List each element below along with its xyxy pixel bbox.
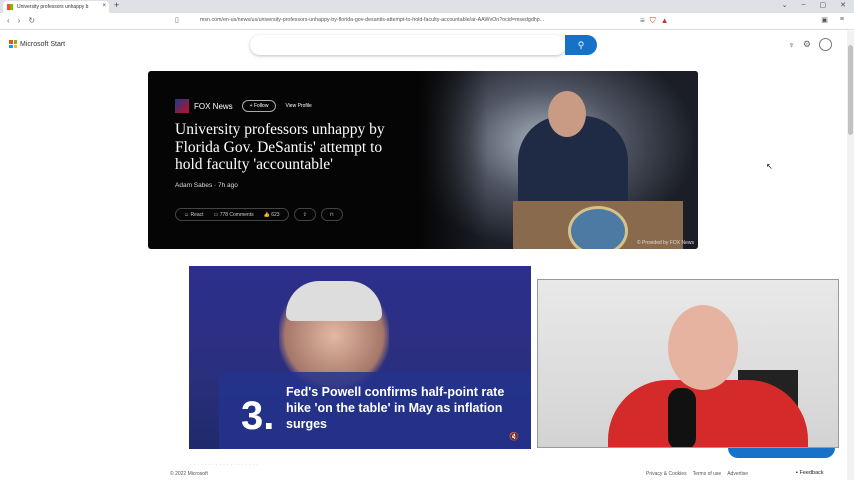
webcam-overlay <box>537 279 839 448</box>
video-card[interactable]: 3. Fed's Powell confirms half-point rate… <box>189 266 531 449</box>
copyright: © 2022 Microsoft <box>170 471 208 477</box>
minimize-button[interactable]: – <box>802 1 806 9</box>
advertise-link[interactable]: Advertise <box>727 471 748 477</box>
image-credit: © Provided by FOX News <box>636 240 694 246</box>
source-name[interactable]: FOX News <box>194 102 233 111</box>
microsoft-start-logo[interactable]: Microsoft Start <box>9 40 65 48</box>
tab-search-icon[interactable]: ⌄ <box>782 1 788 9</box>
menu-icon[interactable]: ≡ <box>840 16 844 24</box>
react-button[interactable]: ☺ React <box>184 212 204 218</box>
microsoft-logo-icon <box>9 40 17 48</box>
bookmark-icon[interactable]: ▯ <box>175 16 179 24</box>
fox-news-logo-icon <box>175 99 189 113</box>
search-input[interactable] <box>250 35 566 55</box>
blue-button[interactable] <box>728 448 835 458</box>
save-button[interactable]: ⊓ <box>320 208 343 221</box>
byline: Adam Sabes · 7h ago <box>175 182 238 189</box>
search-icon: ⚲ <box>577 40 585 50</box>
card-title[interactable]: Fed's Powell confirms half-point rate hi… <box>286 384 526 432</box>
reaction-bar: ☺ React ▭ 778 Comments 👍 623 <box>175 208 289 221</box>
brave-shield-icon[interactable]: ⛉ <box>650 16 656 26</box>
new-tab-button[interactable]: + <box>114 0 119 10</box>
hero-image: © Provided by FOX News <box>418 71 698 249</box>
footer: © 2022 Microsoft Privacy & Cookies Terms … <box>0 468 847 480</box>
forward-button[interactable]: › <box>18 16 21 25</box>
reload-button[interactable]: ↻ <box>28 16 35 25</box>
url-field[interactable]: msn.com/en-us/news/us/university-profess… <box>200 17 544 23</box>
mouse-cursor-icon: ↖ <box>766 162 773 171</box>
share-button[interactable]: ⇪ <box>293 208 316 221</box>
scrollbar[interactable] <box>847 31 854 480</box>
comments-button[interactable]: ▭ 778 Comments <box>214 212 254 218</box>
share-icon: ⇪ <box>302 211 307 218</box>
reactions-count[interactable]: 👍 623 <box>264 212 280 218</box>
logo-text: Microsoft Start <box>20 40 66 48</box>
hero-article[interactable]: © Provided by FOX News FOX News + Follow V… <box>148 71 698 249</box>
close-tab-icon[interactable]: × <box>102 3 106 9</box>
search-button[interactable]: ⚲ <box>565 35 597 55</box>
view-profile-link[interactable]: View Profile <box>285 103 311 109</box>
terms-link[interactable]: Terms of use <box>693 471 722 477</box>
gear-icon[interactable]: ⚙ <box>803 39 811 50</box>
privacy-link[interactable]: Privacy & Cookies <box>646 471 687 477</box>
msn-favicon-icon <box>7 4 13 10</box>
maximize-button[interactable]: ▢ <box>820 1 827 9</box>
card-rank: 3. <box>241 394 275 438</box>
tab-bar: University professors unhappy b × + ⌄ – ▢ ✕ <box>0 0 854 13</box>
feedback-button[interactable]: ▪ Feedback <box>796 470 824 476</box>
address-bar: ‹ › ↻ ▯ msn.com/en-us/news/us/university-p… <box>0 13 854 30</box>
warning-icon[interactable]: ▲ <box>661 16 669 26</box>
article-title[interactable]: University professors unhappy by Florida… <box>175 121 405 174</box>
back-button[interactable]: ‹ <box>7 16 10 25</box>
reader-icon[interactable]: ≡ <box>640 16 645 26</box>
mute-icon[interactable]: 🔇 <box>509 432 519 441</box>
wallet-icon[interactable]: ▣ <box>821 16 828 24</box>
rewards-icon[interactable]: ♆ <box>788 40 795 50</box>
avatar[interactable] <box>819 38 832 51</box>
tab-title: University professors unhappy b <box>17 4 89 10</box>
follow-button[interactable]: + Follow <box>241 100 277 112</box>
browser-tab[interactable]: University professors unhappy b × <box>3 1 109 13</box>
bookmark-icon: ⊓ <box>329 211 334 218</box>
close-window-button[interactable]: ✕ <box>840 1 846 9</box>
